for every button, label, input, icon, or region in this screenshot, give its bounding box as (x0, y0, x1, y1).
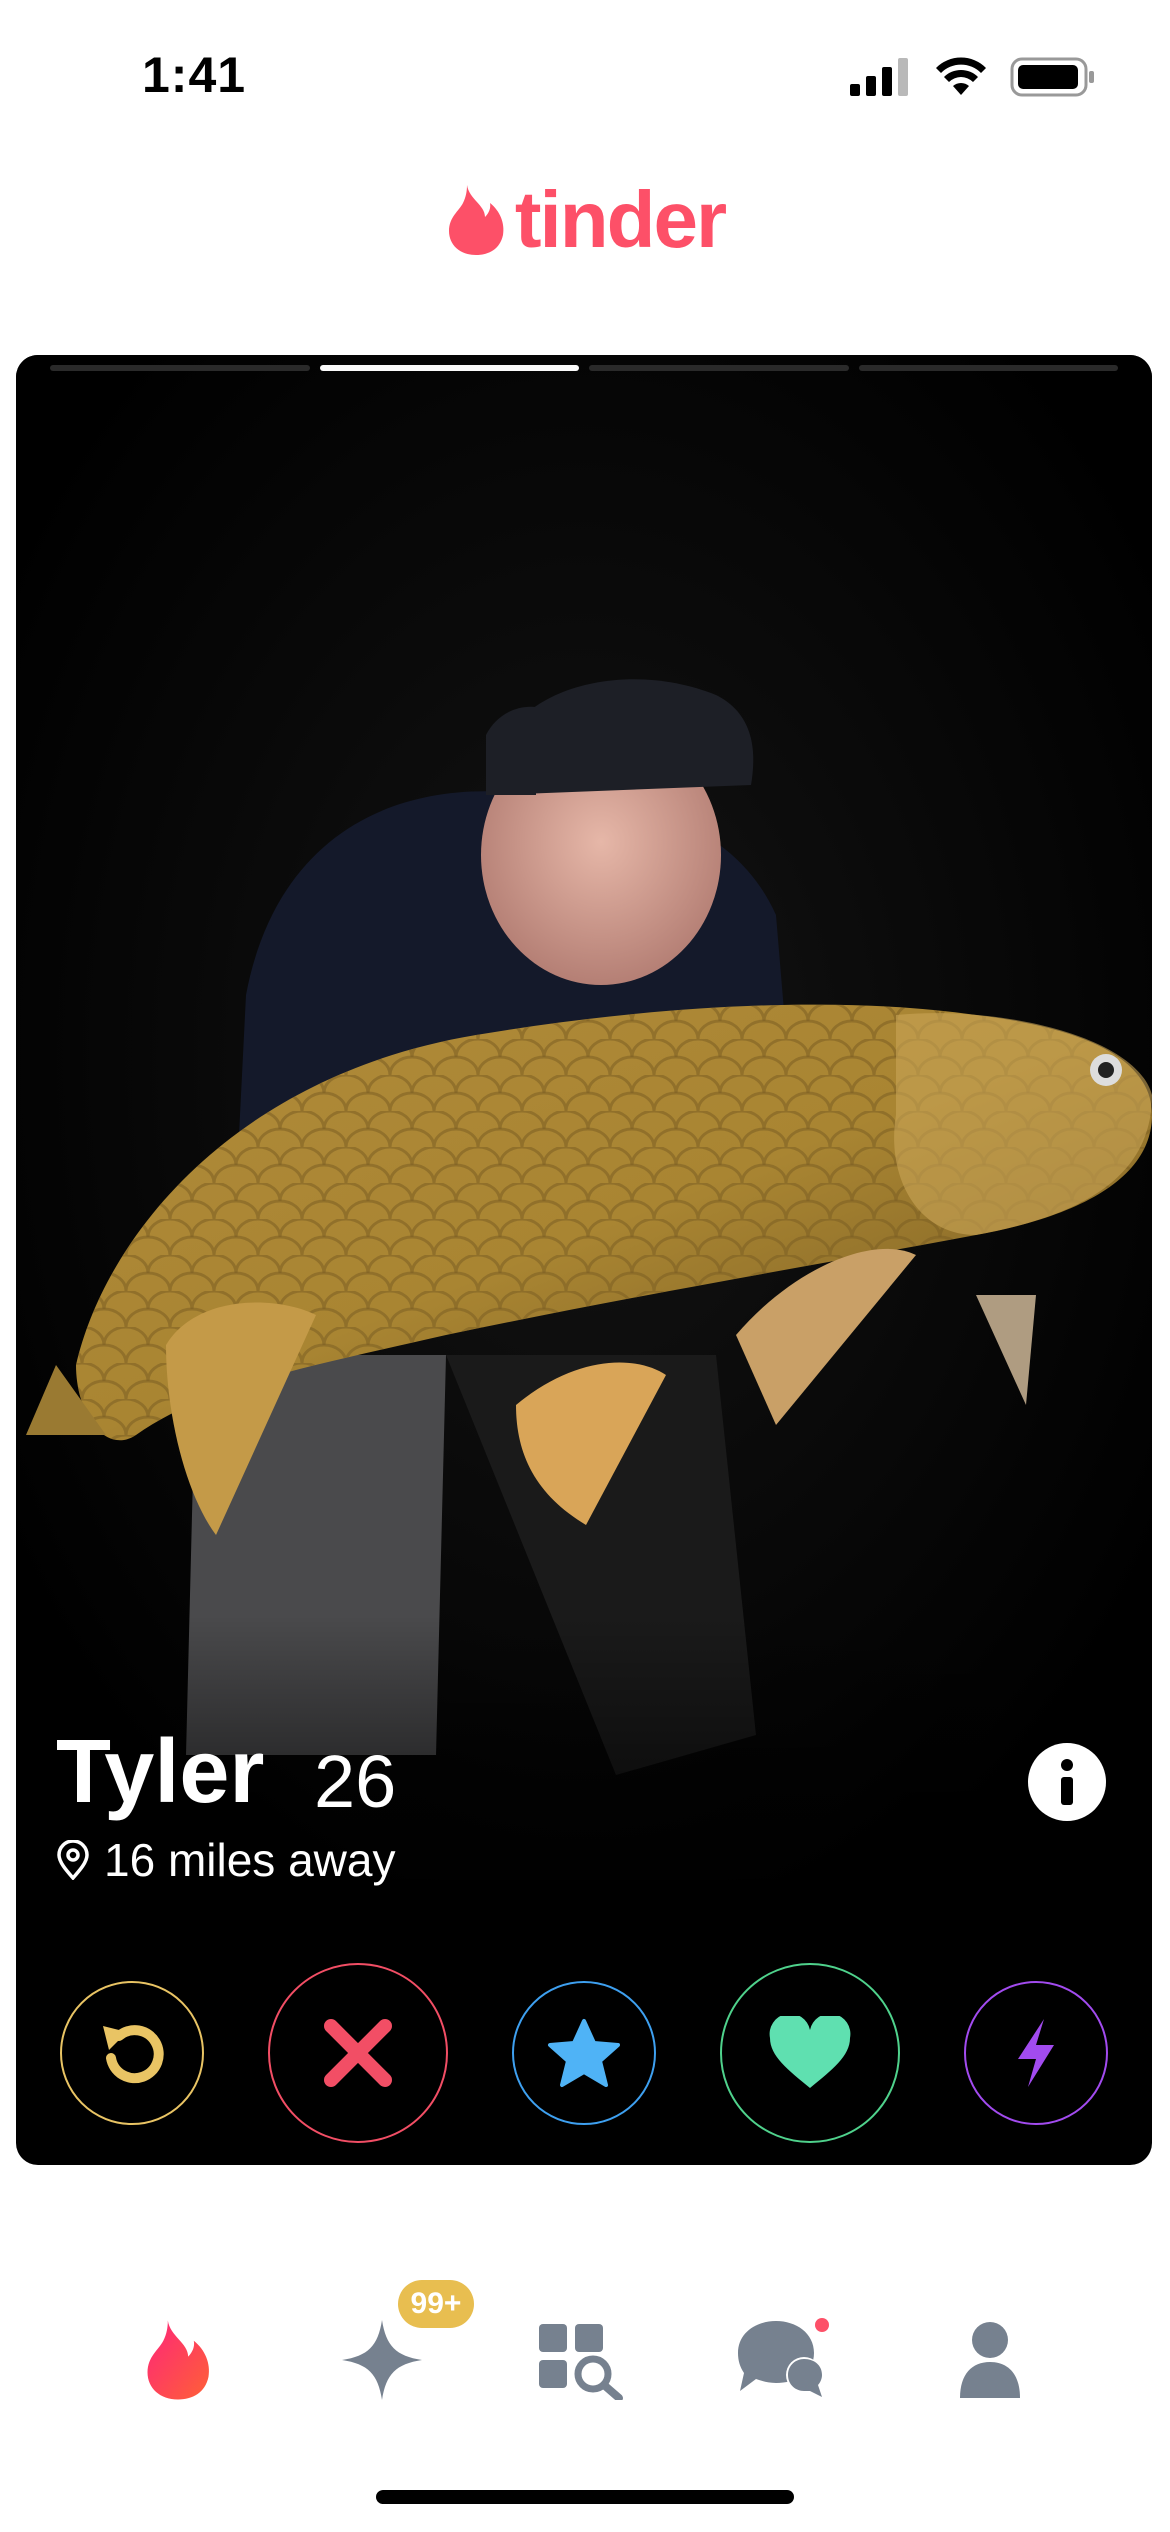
lightning-icon (1018, 2019, 1054, 2087)
tinder-logo: tinder (0, 170, 1170, 270)
home-indicator[interactable] (376, 2490, 794, 2504)
tab-messages[interactable] (720, 2295, 840, 2425)
info-icon (1061, 1759, 1073, 1805)
super-like-button[interactable] (512, 1981, 656, 2125)
chat-bubbles-icon (738, 2318, 829, 2397)
action-buttons (16, 1941, 1152, 2161)
bottom-tab-bar (0, 2295, 1170, 2425)
heart-icon (769, 2016, 851, 2088)
rewind-button[interactable] (60, 1981, 204, 2125)
distance-text: 16 miles away (104, 1834, 396, 1886)
nope-button[interactable] (268, 1963, 448, 2143)
signal-icon (850, 58, 908, 96)
distance-row: 16 miles away (56, 1833, 395, 1887)
profile-age: 26 (314, 1740, 397, 1823)
location-pin-icon (57, 1840, 89, 1880)
profile-photo (16, 355, 1152, 1915)
rewind-icon (103, 2025, 164, 2084)
flame-icon (147, 2320, 209, 2400)
grid-search-icon (539, 2324, 623, 2400)
status-time: 1:41 (142, 47, 247, 103)
info-button[interactable] (1028, 1743, 1106, 1821)
battery-icon (1010, 57, 1094, 97)
x-icon (324, 2019, 392, 2087)
wifi-icon (936, 57, 986, 95)
sparkle-icon (342, 2320, 422, 2400)
photo-bar-active[interactable] (319, 365, 579, 371)
photo-bar[interactable] (858, 365, 1118, 371)
flame-logo-icon (448, 185, 504, 255)
star-icon (548, 2019, 620, 2087)
tab-discover[interactable] (118, 2295, 238, 2425)
tab-profile[interactable] (930, 2295, 1050, 2425)
logo-text: tinder (514, 175, 727, 264)
profile-card[interactable]: Tyler 26 16 miles away (16, 355, 1152, 2165)
tab-explore[interactable] (520, 2295, 640, 2425)
photo-bar[interactable] (50, 365, 310, 371)
photo-bar[interactable] (589, 365, 849, 371)
status-icons (850, 52, 1096, 102)
like-button[interactable] (720, 1963, 900, 2143)
person-icon (960, 2322, 1020, 2398)
likes-count-badge: 99+ (398, 2280, 474, 2328)
photo-progress-bars (50, 365, 1118, 373)
profile-name: Tyler (56, 1722, 265, 1822)
boost-button[interactable] (964, 1981, 1108, 2125)
